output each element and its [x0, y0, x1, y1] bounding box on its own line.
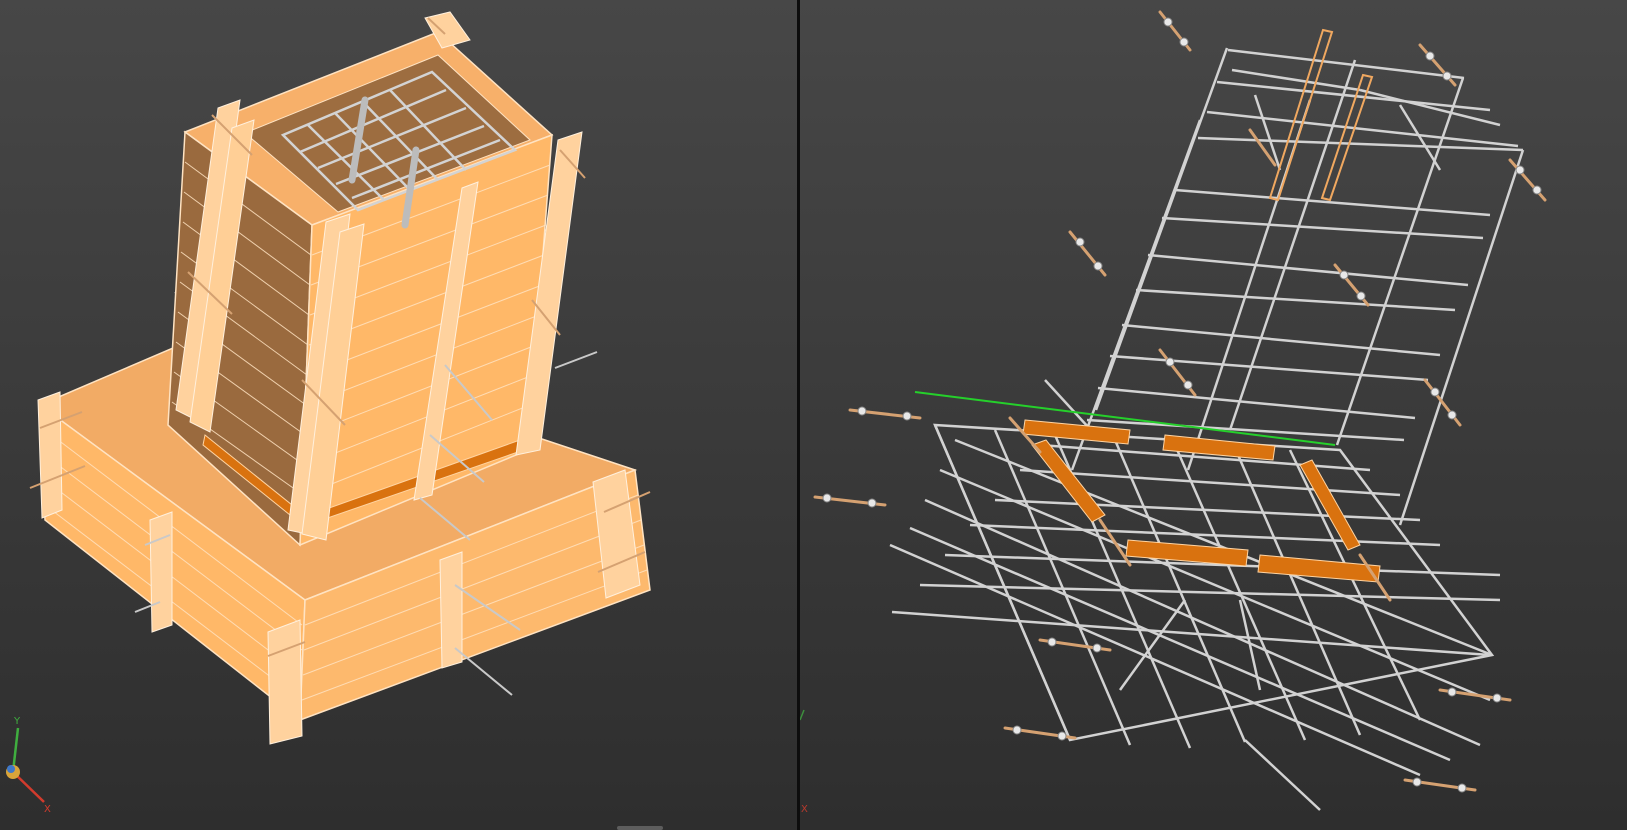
viewport-rebar[interactable]: X [800, 0, 1627, 830]
viewport-background [800, 0, 1627, 830]
viewport-formwork[interactable]: Y X [0, 0, 797, 830]
footing-soldier [149, 511, 173, 633]
axis-x-label: X [44, 804, 51, 815]
axis-x-label: X [801, 804, 808, 815]
footing-soldier [267, 619, 303, 745]
rebar-canvas[interactable]: X [800, 0, 1627, 830]
footing-soldier [37, 391, 63, 519]
formwork-canvas[interactable]: Y X [0, 0, 797, 830]
axis-y-label: Y [13, 716, 21, 727]
cad-workspace: Y X X [0, 0, 1627, 830]
viewport-scroll-thumb[interactable] [617, 826, 663, 830]
